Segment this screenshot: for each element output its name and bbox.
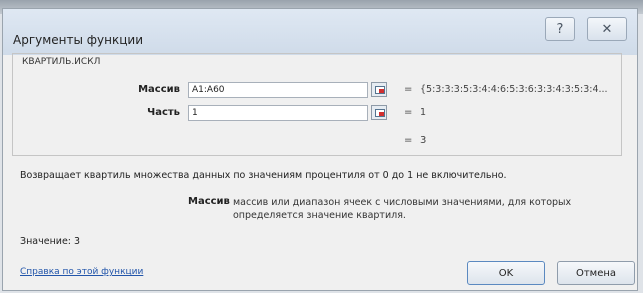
collapse-dialog-button-massiv[interactable] bbox=[371, 82, 387, 97]
function-description: Возвращает квартиль множества данных по … bbox=[20, 170, 507, 181]
arg-label-massiv: Массив bbox=[138, 84, 180, 95]
title-bar: Аргументы функции ? ✕ bbox=[3, 9, 637, 55]
equals-sign: = bbox=[404, 84, 413, 95]
function-name: КВАРТИЛЬ.ИСКЛ bbox=[20, 57, 103, 67]
cancel-button[interactable]: Отмена bbox=[557, 261, 635, 285]
formula-result: 3 bbox=[420, 135, 427, 146]
formula-result-prefix: = bbox=[404, 135, 413, 146]
arg-value-chast: 1 bbox=[420, 107, 427, 118]
collapse-dialog-button-chast[interactable] bbox=[371, 105, 387, 120]
question-mark-icon: ? bbox=[556, 21, 564, 37]
dialog-title: Аргументы функции bbox=[13, 33, 144, 47]
ok-button[interactable]: OK bbox=[467, 261, 545, 285]
arg-description-text: массив или диапазон ячеек с числовыми зн… bbox=[233, 197, 572, 221]
close-button[interactable]: ✕ bbox=[587, 17, 627, 41]
equals-sign: = bbox=[404, 107, 413, 118]
arg-input-massiv[interactable]: A1:A60 bbox=[188, 82, 368, 98]
arg-label-chast: Часть bbox=[147, 107, 180, 118]
close-icon: ✕ bbox=[601, 21, 613, 37]
arg-description-name: Массив bbox=[188, 196, 230, 207]
help-button[interactable]: ? bbox=[545, 17, 575, 41]
help-link[interactable]: Справка по этой функции bbox=[20, 267, 143, 277]
arg-input-chast[interactable]: 1 bbox=[188, 105, 368, 121]
value-line: Значение: 3 bbox=[20, 236, 81, 247]
arg-value-massiv: {5:3:3:3:5:3:4:4:6:5:3:6:3:3:4:3:5:3:4..… bbox=[420, 84, 608, 95]
